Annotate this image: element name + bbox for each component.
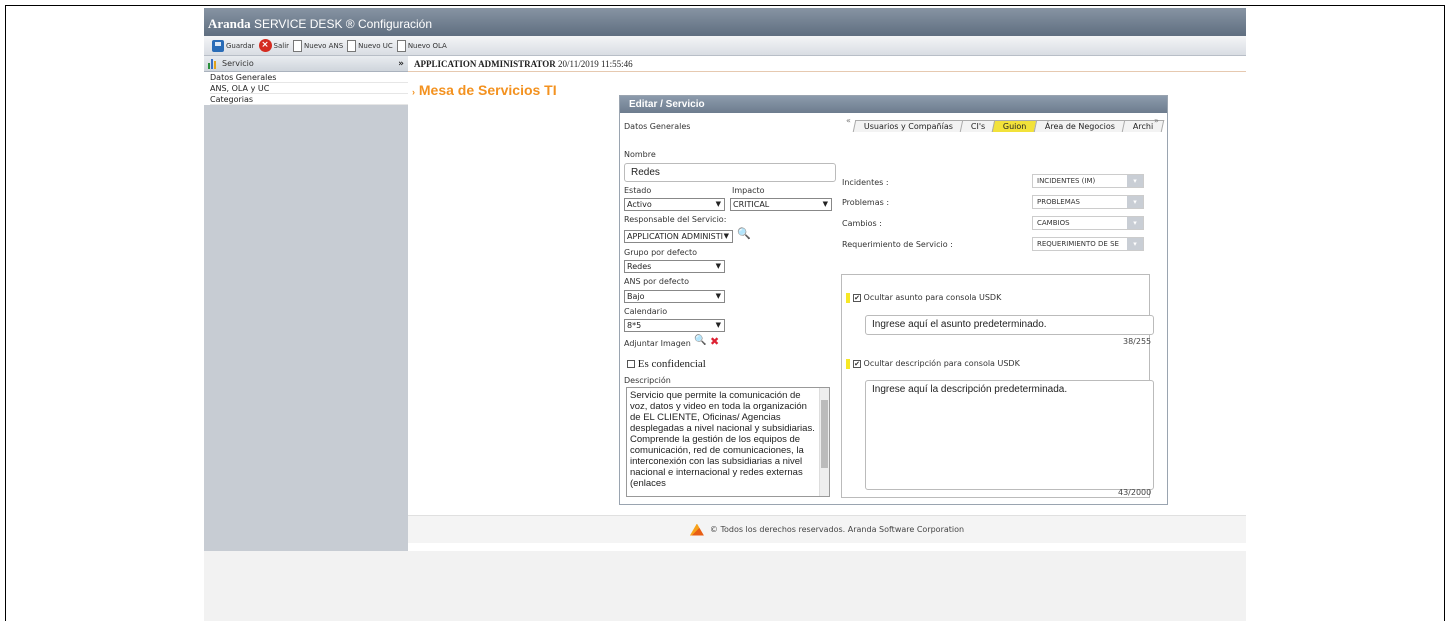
sidebar-item-datos-generales[interactable]: Datos Generales: [210, 72, 408, 83]
descripcion-label: Descripción: [624, 376, 671, 385]
ocultar-desc-label: Ocultar descripción para consola USDK: [863, 359, 1020, 368]
tabs-scroll-left-icon[interactable]: «: [846, 116, 851, 125]
document-icon: [347, 39, 357, 52]
aranda-logo-icon: [689, 523, 704, 536]
incidentes-label: Incidentes :: [842, 178, 889, 187]
footer: © Todos los derechos reservados. Aranda …: [408, 515, 1246, 543]
estado-select[interactable]: Activo ▼: [624, 198, 725, 211]
chevron-down-icon: ▾: [1127, 175, 1143, 187]
impacto-select[interactable]: CRITICAL ▼: [730, 198, 832, 211]
ocultar-desc-row: ✔ Ocultar descripción para consola USDK: [853, 359, 1020, 368]
breadcrumb-chevron-icon: ›: [412, 87, 415, 97]
chevron-down-icon: ▼: [715, 262, 721, 270]
chevron-down-icon: ▼: [715, 321, 721, 329]
confidencial-row: Es confidencial: [627, 358, 706, 370]
chevron-down-icon: ▼: [822, 200, 828, 208]
exit-icon: ×: [258, 39, 272, 52]
scrollbar[interactable]: [819, 388, 829, 496]
ocultar-asunto-checkbox[interactable]: ✔: [853, 293, 861, 302]
user-bar: APPLICATION ADMINISTRATOR 20/11/2019 11:…: [408, 56, 1246, 72]
chevron-down-icon: ▾: [1127, 196, 1143, 208]
tab-area-negocios[interactable]: Área de Negocios: [1033, 120, 1127, 132]
sidebar-item-ans-ola-uc[interactable]: ANS, OLA y UC: [210, 83, 408, 94]
collapse-chevron-icon[interactable]: »: [398, 59, 404, 69]
guion-box: ✔ Ocultar asunto para consola USDK Ingre…: [841, 274, 1154, 498]
tab-guion[interactable]: Guion: [992, 120, 1039, 132]
responsable-label: Responsable del Servicio:: [624, 215, 727, 224]
confidencial-checkbox[interactable]: [627, 360, 635, 369]
sidebar-header[interactable]: Servicio »: [204, 56, 408, 72]
problemas-label: Problemas :: [842, 198, 890, 207]
chevron-down-icon: ▾: [1127, 217, 1143, 229]
ocultar-asunto-row: ✔ Ocultar asunto para consola USDK: [853, 293, 1001, 302]
grupo-label: Grupo por defecto: [624, 248, 698, 257]
registered-icon: ®: [345, 17, 355, 31]
section-label: Datos Generales: [624, 122, 691, 131]
problemas-select[interactable]: PROBLEMAS ▾: [1032, 195, 1144, 209]
requerimiento-select[interactable]: REQUERIMIENTO DE SE ▾: [1032, 237, 1144, 251]
user-name: APPLICATION ADMINISTRATOR: [414, 59, 556, 69]
edit-service-dialog: Editar / Servicio Datos Generales « Usua…: [619, 95, 1168, 505]
exit-button[interactable]: × Salir: [258, 39, 289, 52]
asunto-input[interactable]: Ingrese aquí el asunto predeterminado.: [865, 315, 1154, 335]
tabs-scroll-right-icon[interactable]: »: [1154, 116, 1159, 125]
highlight-marker: [846, 359, 850, 369]
incidentes-select[interactable]: INCIDENTES (IM) ▾: [1032, 174, 1144, 188]
ocultar-asunto-label: Ocultar asunto para consola USDK: [863, 293, 1002, 302]
sidebar-item-categorias[interactable]: Categorias: [210, 94, 408, 105]
copyright-text: © Todos los derechos reservados. Aranda …: [709, 525, 965, 534]
tab-strip: Usuarios y Compañías CI's Guion Área de …: [852, 118, 1165, 132]
sidebar-header-label: Servicio: [222, 59, 254, 68]
brand: Aranda: [208, 16, 251, 31]
toolbar: Guardar × Salir Nuevo ANS Nuevo UC Nuevo…: [204, 36, 1246, 56]
title-bar: Aranda SERVICE DESK ® Configuración: [204, 8, 1246, 36]
chart-icon: [208, 58, 218, 69]
search-user-icon[interactable]: 🔍: [737, 227, 751, 240]
save-icon: [212, 39, 224, 52]
sidebar-list: Datos Generales ANS, OLA y UC Categorias: [204, 72, 408, 105]
new-ola-button[interactable]: Nuevo OLA: [396, 39, 447, 52]
nombre-label: Nombre: [624, 150, 656, 159]
highlight-marker: [846, 293, 850, 303]
chevron-down-icon: ▼: [715, 200, 721, 208]
save-button[interactable]: Guardar: [212, 39, 255, 52]
document-icon: [293, 39, 303, 52]
new-uc-button[interactable]: Nuevo UC: [347, 39, 393, 52]
desc-counter: 43/2000: [1118, 488, 1152, 497]
nombre-input[interactable]: Redes: [624, 163, 836, 182]
ans-label: ANS por defecto: [624, 277, 690, 286]
document-icon: [396, 39, 406, 52]
datetime: 20/11/2019 11:55:46: [558, 59, 633, 69]
grupo-select[interactable]: Redes ▼: [624, 260, 725, 273]
search-image-icon[interactable]: 🔍: [694, 335, 706, 346]
responsable-select[interactable]: APPLICATION ADMINISTI ▼: [624, 230, 733, 243]
asunto-counter: 38/255: [1123, 337, 1152, 346]
cambios-select[interactable]: CAMBIOS ▾: [1032, 216, 1144, 230]
adjuntar-label: Adjuntar Imagen: [624, 339, 691, 348]
new-ans-button[interactable]: Nuevo ANS: [293, 39, 343, 52]
cambios-label: Cambios :: [842, 219, 882, 228]
chevron-down-icon: ▼: [715, 292, 721, 300]
descripcion-textarea[interactable]: Servicio que permite la comunicación de …: [626, 387, 830, 497]
ocultar-desc-checkbox[interactable]: ✔: [853, 359, 861, 368]
section-name: Configuración: [357, 17, 433, 31]
sidebar: Servicio » Datos Generales ANS, OLA y UC…: [204, 56, 408, 551]
descripcion-guion-textarea[interactable]: Ingrese aquí la descripción predetermina…: [865, 380, 1154, 490]
chevron-down-icon: ▼: [723, 232, 729, 240]
estado-label: Estado: [624, 186, 652, 195]
delete-icon[interactable]: ✖: [710, 335, 719, 348]
product-name: SERVICE DESK: [253, 17, 343, 31]
ans-select[interactable]: Bajo ▼: [624, 290, 725, 303]
confidencial-label: Es confidencial: [637, 358, 706, 370]
chevron-down-icon: ▾: [1127, 238, 1143, 250]
dialog-title: Editar / Servicio: [620, 96, 1167, 113]
page-title: › Mesa de Servicios TI: [412, 82, 557, 98]
calendario-label: Calendario: [624, 307, 668, 316]
requerimiento-label: Requerimiento de Servicio :: [842, 240, 953, 249]
calendario-select[interactable]: 8*5 ▼: [624, 319, 725, 332]
tab-usuarios[interactable]: Usuarios y Compañías: [852, 120, 965, 132]
impacto-label: Impacto: [732, 186, 765, 195]
